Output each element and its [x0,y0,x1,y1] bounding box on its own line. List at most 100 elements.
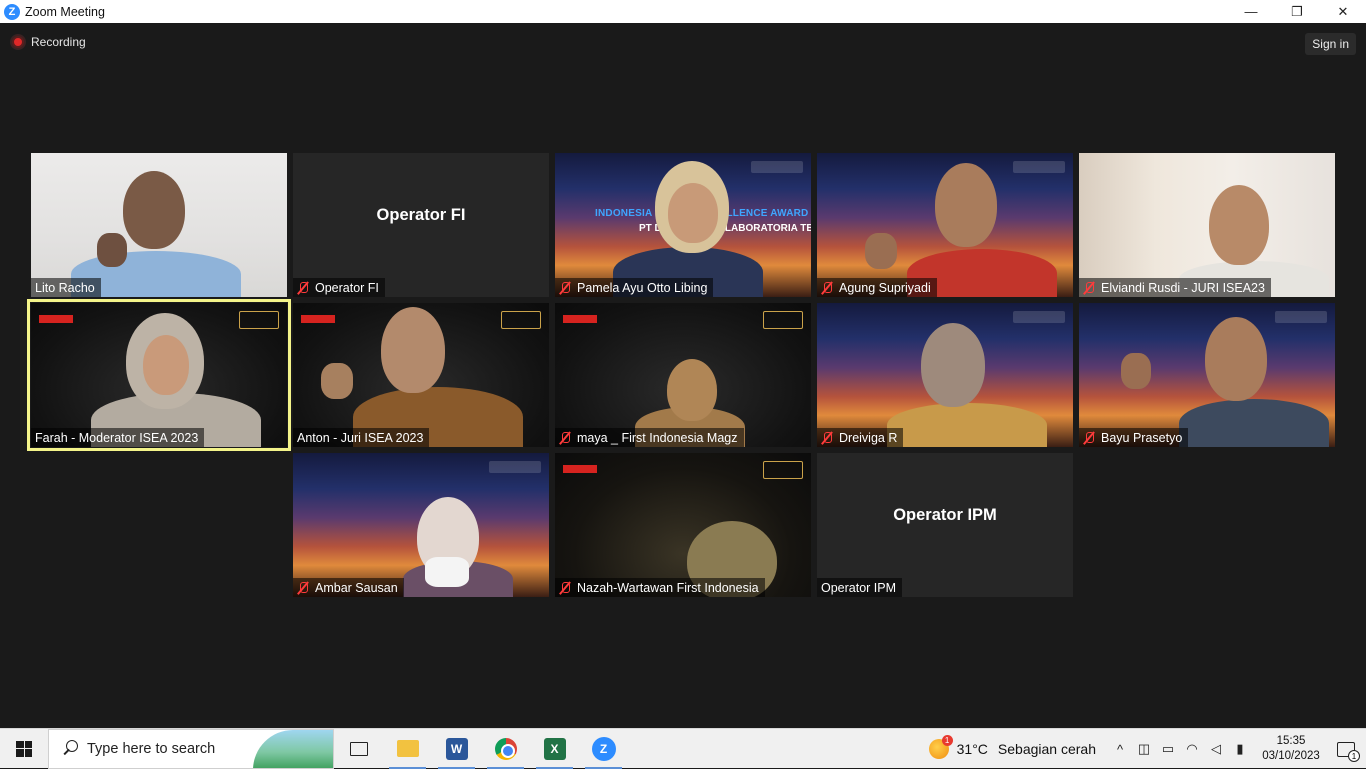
participant-name: maya _ First Indonesia Magz [577,430,738,445]
participant-name: Operator IPM [821,580,897,595]
show-hidden-icons-chevron-up-icon[interactable]: ^ [1108,729,1132,769]
restore-button[interactable]: ❐ [1274,0,1320,23]
excel-icon: X [543,737,566,760]
muted-mic-icon [559,281,571,295]
close-button[interactable]: ✕ [1320,0,1366,23]
start-button[interactable] [0,729,48,769]
video-tile[interactable]: Elviandi Rusdi - JURI ISEA23 [1079,153,1335,297]
chrome-icon [494,737,517,760]
muted-mic-icon [559,431,571,445]
participant-video [555,453,811,597]
participant-video [817,153,1073,297]
weather-widget[interactable]: 1 31°C Sebagian cerah [928,735,1096,759]
zoom-button[interactable]: Z [579,729,628,769]
participant-name: Ambar Sausan [315,580,398,595]
participant-video [293,453,549,597]
video-tile[interactable]: Anton - Juri ISEA 2023 [293,303,549,447]
participant-video [817,303,1073,447]
participant-video [555,303,811,447]
file-explorer-button[interactable] [383,729,432,769]
participant-video [31,153,287,297]
network-device-icon[interactable]: ◫ [1132,729,1156,769]
muted-mic-icon [297,581,309,595]
video-tile[interactable]: Nazah-Wartawan First Indonesia [555,453,811,597]
minimize-button[interactable]: — [1228,0,1274,23]
participant-center-name: Operator IPM [893,505,997,524]
weather-badge: 1 [941,735,953,746]
task-view-button[interactable] [334,729,383,769]
muted-mic-icon [821,281,833,295]
participant-name-tag: maya _ First Indonesia Magz [555,428,744,447]
muted-mic-icon [1083,431,1095,445]
video-tile[interactable]: Dreiviga R [817,303,1073,447]
wifi-icon[interactable]: ◠ [1180,729,1204,769]
participant-name-tag: Anton - Juri ISEA 2023 [293,428,430,447]
recording-dot-icon [12,36,24,48]
video-tile[interactable]: Agung Supriyadi [817,153,1073,297]
video-tile[interactable]: INDONESIA SAFETY EXCELLENCE AWARD 2023 P… [555,153,811,297]
participant-name-tag: Ambar Sausan [293,578,404,597]
weather-temperature: 31°C [956,741,988,757]
muted-mic-icon [821,431,833,445]
participant-name: Dreiviga R [839,430,898,445]
participant-name: Farah - Moderator ISEA 2023 [35,430,199,445]
zoom-app-icon: Z [4,3,20,20]
task-view-icon [349,741,368,756]
participant-name: Pamela Ayu Otto Libing [577,280,708,295]
participant-name: Bayu Prasetyo [1101,430,1183,445]
muted-mic-icon [1083,281,1095,295]
taskbar: Type here to search W X Z 1 31°C Sebagia… [0,728,1366,769]
participant-name-tag: Farah - Moderator ISEA 2023 [31,428,205,447]
participant-name: Nazah-Wartawan First Indonesia [577,580,759,595]
clock[interactable]: 15:35 03/10/2023 [1256,734,1326,764]
meeting-area: Recording Sign in Lito Racho Operator FI… [0,23,1366,728]
participant-center-name: Operator FI [376,205,466,224]
participant-name-tag: Elviandi Rusdi - JURI ISEA23 [1079,278,1271,297]
video-tile[interactable]: maya _ First Indonesia Magz [555,303,811,447]
participant-name: Operator FI [315,280,379,295]
muted-mic-icon [297,281,309,295]
microphone-icon[interactable]: ▮ [1228,729,1252,769]
video-tile[interactable]: Lito Racho [31,153,287,297]
recording-indicator[interactable]: Recording [12,35,86,49]
video-tile-active-speaker[interactable]: Farah - Moderator ISEA 2023 [27,299,291,451]
taskbar-search-box[interactable]: Type here to search [48,728,334,769]
system-tray: 1 31°C Sebagian cerah ^ ◫ ▭ ◠ ◁ ▮ 15:35 … [928,729,1366,769]
excel-button[interactable]: X [530,729,579,769]
recording-label: Recording [31,35,86,49]
sign-in-button[interactable]: Sign in [1305,33,1356,55]
clock-time: 15:35 [1276,735,1306,747]
battery-icon[interactable]: ▭ [1156,729,1180,769]
participant-name: Elviandi Rusdi - JURI ISEA23 [1101,280,1265,295]
word-button[interactable]: W [432,729,481,769]
participant-name-tag: Dreiviga R [817,428,904,447]
search-placeholder: Type here to search [87,740,216,757]
participant-video [1079,153,1335,297]
participant-name: Anton - Juri ISEA 2023 [297,430,424,445]
participant-video [31,303,287,447]
file-explorer-icon [396,740,419,757]
muted-mic-icon [559,581,571,595]
search-icon [61,739,79,758]
participant-name-tag: Lito Racho [31,278,101,297]
window-controls: — ❐ ✕ [1228,0,1366,23]
participant-video [1079,303,1335,447]
title-bar: Z Zoom Meeting — ❐ ✕ [0,0,1366,23]
participant-name-tag: Operator IPM [817,578,903,597]
participant-name-tag: Bayu Prasetyo [1079,428,1189,447]
video-tile[interactable]: Operator IPM Operator IPM [817,453,1073,597]
video-tile[interactable]: Ambar Sausan [293,453,549,597]
participant-video: INDONESIA SAFETY EXCELLENCE AWARD 2023 P… [555,153,811,297]
video-tile[interactable]: Bayu Prasetyo [1079,303,1335,447]
volume-icon[interactable]: ◁ [1204,729,1228,769]
video-tile[interactable]: Operator FI Operator FI [293,153,549,297]
notification-count: 1 [1348,750,1360,762]
zoom-icon: Z [591,736,616,761]
weather-description: Sebagian cerah [997,741,1096,757]
clock-date: 03/10/2023 [1262,750,1320,762]
notification-center-button[interactable]: 1 [1326,729,1366,769]
chrome-button[interactable] [481,729,530,769]
participant-name-tag: Nazah-Wartawan First Indonesia [555,578,765,597]
participant-name-tag: Pamela Ayu Otto Libing [555,278,714,297]
participant-video [293,303,549,447]
